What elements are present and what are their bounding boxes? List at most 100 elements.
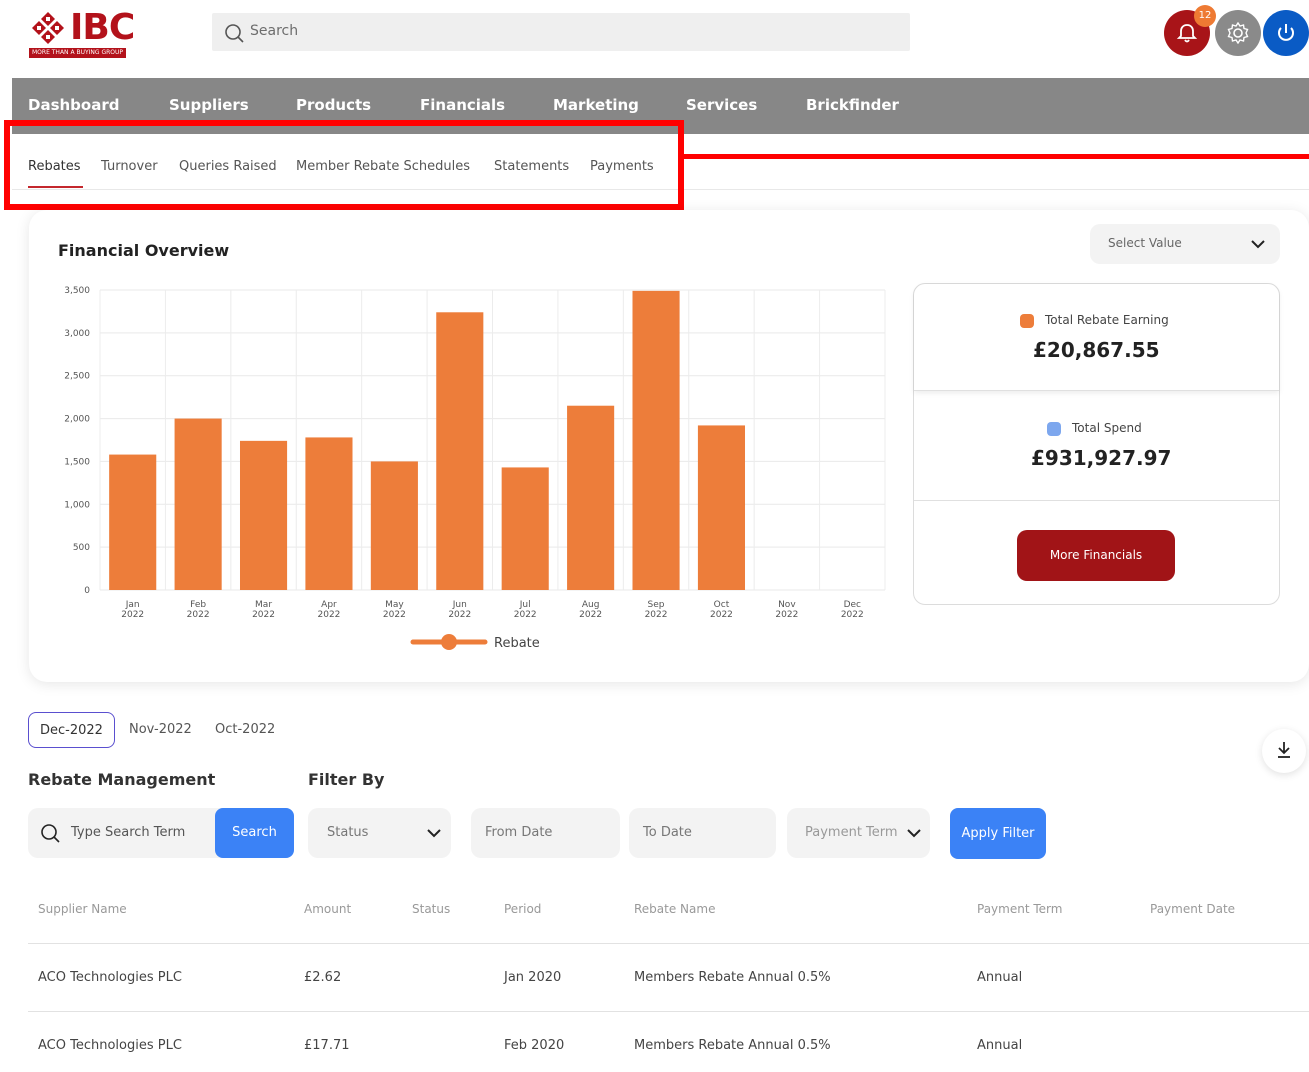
- x-tick-label: 2022: [318, 610, 341, 620]
- y-tick-label: 2,000: [64, 415, 90, 425]
- status-filter-dropdown[interactable]: Status: [308, 808, 451, 858]
- x-tick-label: 2022: [579, 610, 602, 620]
- nav-brickfinder[interactable]: Brickfinder: [806, 96, 899, 114]
- nav-suppliers[interactable]: Suppliers: [169, 96, 249, 114]
- bar: [697, 425, 746, 590]
- nav-products[interactable]: Products: [296, 96, 371, 114]
- settings-button[interactable]: [1215, 10, 1261, 56]
- nav-marketing[interactable]: Marketing: [553, 96, 639, 114]
- cell-period: Jan 2020: [504, 970, 562, 985]
- x-tick-label: 2022: [383, 610, 406, 620]
- status-filter-placeholder: Status: [327, 825, 369, 840]
- nav-dashboard[interactable]: Dashboard: [28, 96, 119, 114]
- y-tick-label: 1,500: [64, 457, 90, 467]
- x-tick-label: 2022: [252, 610, 275, 620]
- column-header-status[interactable]: Status: [412, 902, 450, 916]
- filter-by-title: Filter By: [308, 770, 385, 789]
- cell-payment-term: Annual: [977, 970, 1023, 985]
- top-bar: IBC MORE THAN A BUYING GROUP Search 12: [0, 0, 1309, 78]
- logo-tagline: MORE THAN A BUYING GROUP: [29, 48, 126, 58]
- y-tick-label: 0: [84, 586, 90, 596]
- total-rebate-label: Total Rebate Earning: [1045, 313, 1169, 327]
- y-tick-label: 3,000: [64, 329, 90, 339]
- payment-term-dropdown[interactable]: Payment Term: [787, 808, 930, 858]
- x-tick-label: 2022: [187, 610, 210, 620]
- bell-icon: [1176, 24, 1198, 43]
- cell-rebate-name: Members Rebate Annual 0.5%: [634, 970, 831, 985]
- x-tick-label: Nov: [778, 600, 796, 610]
- from-date-input[interactable]: From Date: [471, 808, 620, 858]
- x-tick-label: 2022: [514, 610, 537, 620]
- chevron-down-icon: [427, 829, 441, 838]
- y-tick-label: 2,500: [64, 372, 90, 382]
- to-date-placeholder: To Date: [643, 825, 692, 840]
- rebate-bar-chart: 05001,0001,5002,0002,5003,0003,500Jan202…: [64, 286, 886, 651]
- x-tick-label: 2022: [448, 610, 471, 620]
- search-term-placeholder: Type Search Term: [71, 825, 186, 840]
- download-icon: [1278, 742, 1290, 758]
- more-financials-button[interactable]: More Financials: [1017, 530, 1175, 581]
- column-header-rebate-name[interactable]: Rebate Name: [634, 902, 715, 916]
- download-button[interactable]: [1262, 729, 1306, 773]
- cell-rebate-name: Members Rebate Annual 0.5%: [634, 1038, 831, 1053]
- notification-count-badge: 12: [1194, 5, 1216, 27]
- power-icon: [1278, 24, 1294, 41]
- x-tick-label: Aug: [582, 600, 600, 610]
- global-search-input[interactable]: Search: [212, 13, 910, 51]
- x-tick-label: 2022: [645, 610, 668, 620]
- total-spend-label: Total Spend: [1072, 421, 1142, 435]
- to-date-input[interactable]: To Date: [629, 808, 776, 858]
- bar: [436, 312, 484, 590]
- search-icon: [41, 824, 60, 843]
- rebate-management-title: Rebate Management: [28, 770, 216, 789]
- period-tab-nov-2022[interactable]: Nov-2022: [129, 712, 192, 748]
- x-tick-label: Mar: [255, 600, 272, 610]
- cell-payment-term: Annual: [977, 1038, 1023, 1053]
- bar: [370, 461, 418, 590]
- search-button[interactable]: Search: [215, 808, 294, 858]
- x-tick-label: May: [385, 600, 404, 610]
- x-tick-label: Feb: [190, 600, 206, 610]
- column-header-supplier-name[interactable]: Supplier Name: [38, 902, 127, 916]
- x-tick-label: Jun: [452, 600, 467, 610]
- column-header-payment-term[interactable]: Payment Term: [977, 902, 1062, 916]
- search-term-input[interactable]: Type Search Term Search: [28, 808, 294, 858]
- spend-color-dot: [1047, 422, 1061, 436]
- column-header-payment-date[interactable]: Payment Date: [1150, 902, 1235, 916]
- cell-supplier-name: ACO Technologies PLC: [38, 970, 182, 985]
- chevron-down-icon: [1251, 240, 1265, 249]
- gear-icon: [1227, 22, 1249, 44]
- x-tick-label: Oct: [714, 600, 730, 610]
- bar: [501, 467, 549, 590]
- x-tick-label: 2022: [841, 610, 864, 620]
- y-tick-label: 500: [73, 543, 90, 553]
- column-header-amount[interactable]: Amount: [304, 902, 351, 916]
- search-placeholder: Search: [250, 23, 299, 39]
- select-value-dropdown[interactable]: Select Value: [1090, 224, 1280, 264]
- logo-diamond-icon: [32, 12, 64, 44]
- bar: [174, 418, 222, 590]
- legend-marker: [441, 634, 457, 650]
- ibc-logo[interactable]: IBC MORE THAN A BUYING GROUP: [28, 8, 146, 60]
- annotation-highlight-line: [684, 154, 1309, 159]
- x-tick-label: 2022: [775, 610, 798, 620]
- period-tab-oct-2022[interactable]: Oct-2022: [215, 712, 275, 748]
- search-icon: [225, 24, 244, 43]
- period-tab-dec-2022[interactable]: Dec-2022: [28, 712, 115, 748]
- y-tick-label: 3,500: [64, 286, 90, 296]
- x-tick-label: 2022: [121, 610, 144, 620]
- table-divider: [28, 1011, 1309, 1012]
- apply-filter-button[interactable]: Apply Filter: [950, 808, 1046, 859]
- bar: [109, 454, 157, 590]
- chevron-down-icon: [907, 829, 921, 838]
- nav-services[interactable]: Services: [686, 96, 757, 114]
- table-divider: [28, 943, 1309, 944]
- cell-period: Feb 2020: [504, 1038, 565, 1053]
- y-tick-label: 1,000: [64, 500, 90, 510]
- payment-term-placeholder: Payment Term: [805, 825, 898, 840]
- cell-amount: £2.62: [304, 970, 342, 985]
- cell-supplier-name: ACO Technologies PLC: [38, 1038, 182, 1053]
- column-header-period[interactable]: Period: [504, 902, 541, 916]
- nav-financials[interactable]: Financials: [420, 96, 505, 114]
- logout-button[interactable]: [1263, 10, 1309, 56]
